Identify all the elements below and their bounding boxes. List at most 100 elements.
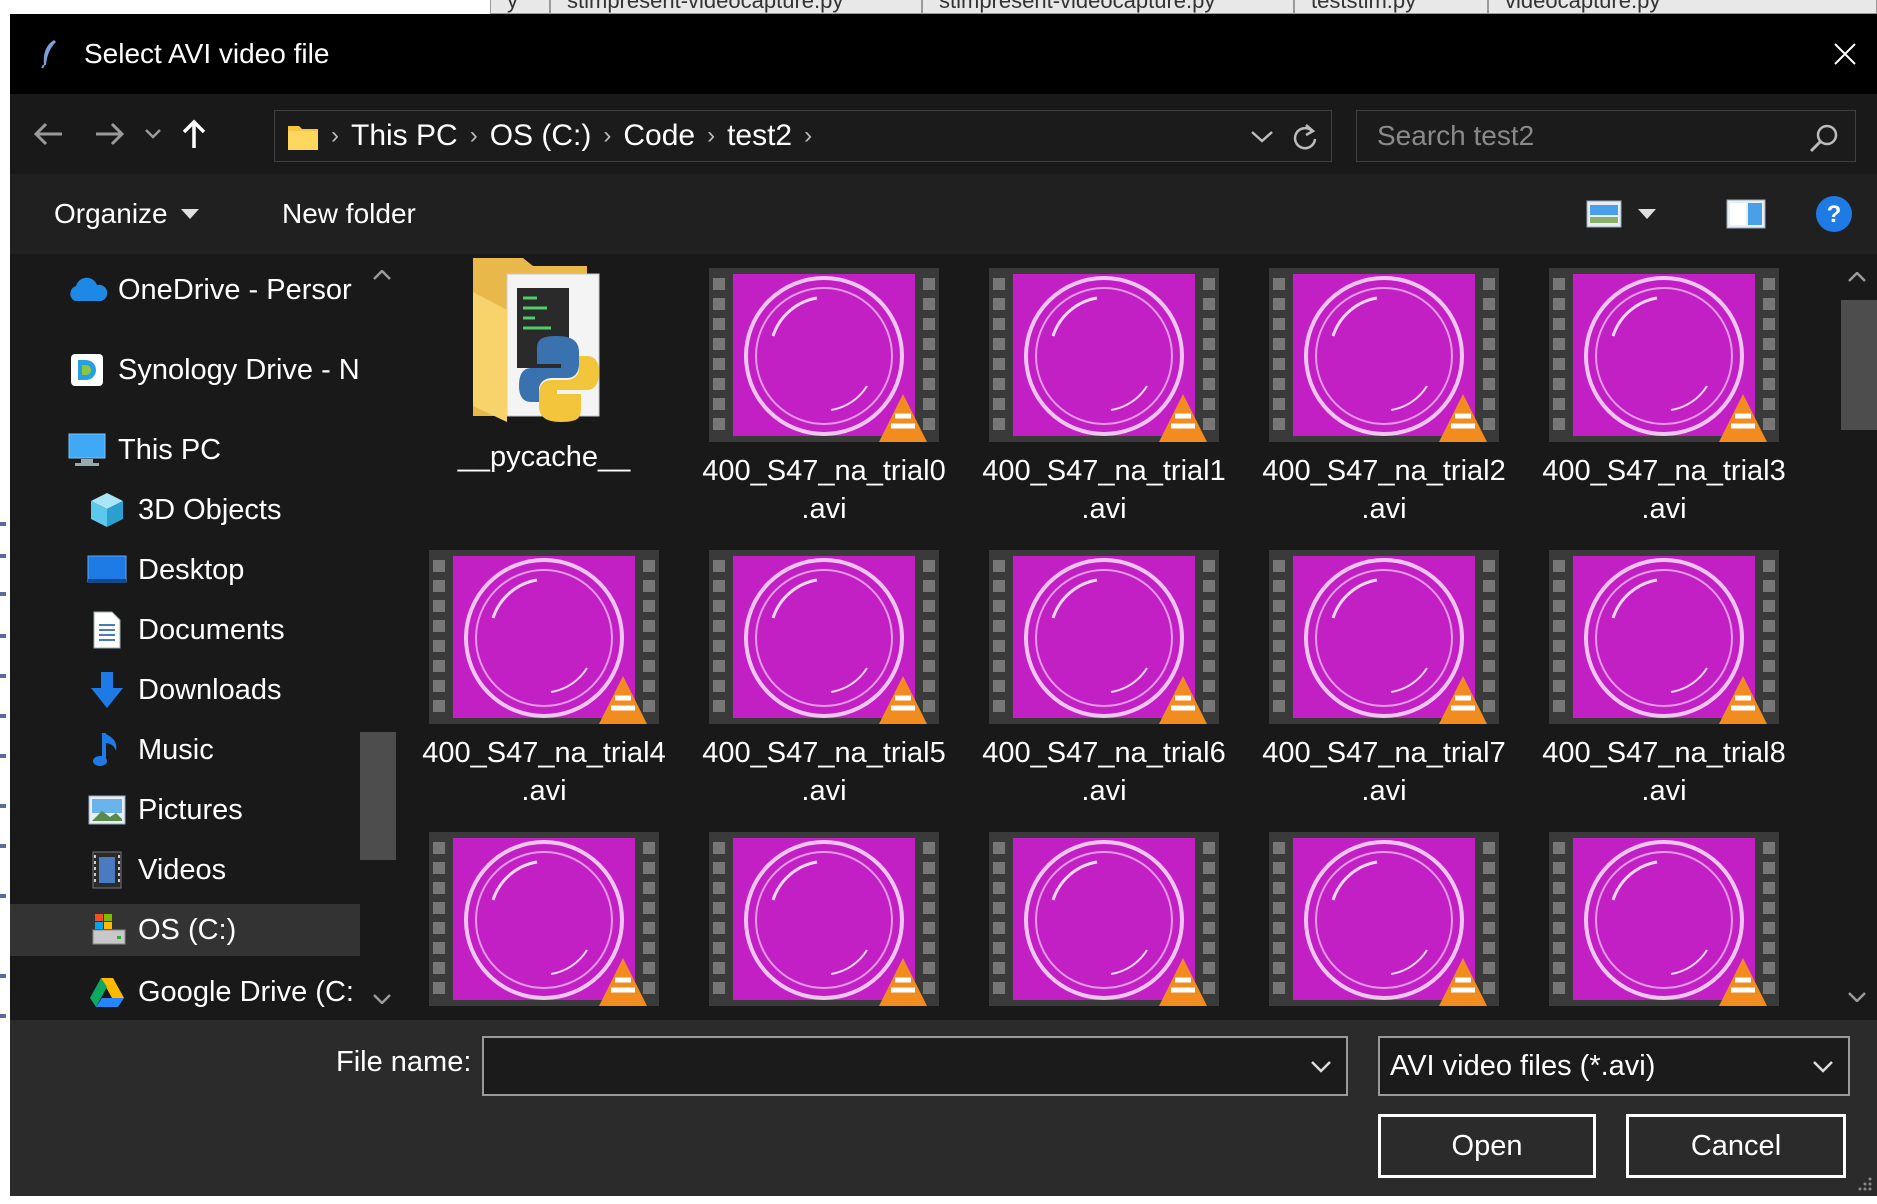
breadcrumb-this-pc[interactable]: This PC	[351, 119, 458, 153]
organize-button[interactable]: Organize	[54, 194, 200, 234]
close-button[interactable]	[1821, 30, 1869, 78]
chevron-down-icon	[1813, 1061, 1833, 1073]
search-input[interactable]	[1357, 120, 1777, 152]
view-thumbnails-icon	[1586, 200, 1622, 228]
sidebar-item-onedrive[interactable]: OneDrive - Persor	[10, 264, 360, 316]
sidebar-item-label: Downloads	[138, 673, 282, 706]
file-item[interactable]	[684, 830, 964, 1020]
sidebar-item-label: Google Drive (C:	[138, 975, 354, 1008]
scroll-down-button[interactable]	[1839, 982, 1875, 1012]
new-folder-button[interactable]: New folder	[282, 194, 416, 234]
up-button[interactable]	[174, 114, 214, 154]
file-item[interactable]: 400_S47_na_trial4 .avi	[404, 548, 684, 828]
file-item[interactable]: 400_S47_na_trial5 .avi	[684, 548, 964, 828]
preview-pane-icon	[1726, 199, 1766, 229]
scroll-up-button[interactable]	[364, 260, 400, 290]
sidebar-item-3d-objects[interactable]: 3D Objects	[10, 484, 360, 536]
chevron-down-icon	[145, 129, 161, 139]
document-icon	[86, 610, 128, 650]
open-button[interactable]: Open	[1378, 1114, 1596, 1178]
sidebar-item-this-pc[interactable]: This PC	[10, 424, 360, 476]
synology-drive-icon	[66, 350, 108, 390]
file-type-dropdown[interactable]	[1808, 1052, 1838, 1082]
file-name-label: 400_S47_na_trial2 .avi	[1244, 452, 1524, 528]
file-item[interactable]: 400_S47_na_trial2 .avi	[1244, 266, 1524, 546]
help-button[interactable]: ?	[1812, 194, 1856, 234]
file-name-dropdown[interactable]	[1306, 1052, 1336, 1082]
file-item[interactable]: 400_S47_na_trial0 .avi	[684, 266, 964, 546]
address-history-dropdown[interactable]	[1245, 121, 1279, 153]
file-name-text: 400_S47_na_trial2	[1262, 455, 1506, 487]
file-item[interactable]: 400_S47_na_trial8 .avi	[1524, 548, 1804, 828]
sidebar-item-synology-drive[interactable]: Synology Drive - N	[10, 344, 360, 396]
vlc-video-thumbnail	[987, 548, 1221, 726]
file-type-filter[interactable]: AVI video files (*.avi)	[1378, 1036, 1850, 1096]
sidebar-scrollbar[interactable]	[360, 254, 400, 1020]
file-item[interactable]: 400_S47_na_trial7 .avi	[1244, 548, 1524, 828]
download-arrow-icon	[86, 670, 128, 710]
sidebar-item-os-c[interactable]: OS (C:)	[10, 904, 360, 956]
change-view-button[interactable]	[1582, 194, 1626, 234]
file-item[interactable]: 400_S47_na_trial6 .avi	[964, 548, 1244, 828]
file-name-text: 400_S47_na_trial5	[702, 737, 946, 769]
scroll-up-button[interactable]	[1839, 262, 1875, 292]
file-item[interactable]: 400_S47_na_trial3 .avi	[1524, 266, 1804, 546]
breadcrumb-separator[interactable]: ›	[707, 122, 715, 150]
sidebar-item-google-drive[interactable]: Google Drive (C:	[10, 966, 360, 1018]
google-drive-icon	[86, 972, 128, 1012]
breadcrumb-separator[interactable]: ›	[470, 122, 478, 150]
folder-item[interactable]: __pycache__	[404, 254, 684, 532]
file-item[interactable]: 400_S47_na_trial1 .avi	[964, 266, 1244, 546]
breadcrumb-test2[interactable]: test2	[727, 119, 792, 153]
breadcrumb-separator[interactable]: ›	[804, 122, 812, 150]
sidebar-item-desktop[interactable]: Desktop	[10, 544, 360, 596]
file-item[interactable]	[1524, 830, 1804, 1020]
file-name-text: __pycache__	[457, 441, 631, 473]
sidebar-item-downloads[interactable]: Downloads	[10, 664, 360, 716]
recent-locations-button[interactable]	[138, 114, 168, 154]
sidebar-item-documents[interactable]: Documents	[10, 604, 360, 656]
feather-icon	[36, 39, 62, 69]
arrow-up-icon	[182, 119, 206, 148]
file-item[interactable]	[964, 830, 1244, 1020]
preview-pane-button[interactable]	[1724, 194, 1768, 234]
search-icon	[1809, 124, 1838, 153]
file-name-label: 400_S47_na_trial0 .avi	[684, 452, 964, 528]
vlc-video-thumbnail	[987, 266, 1221, 444]
vlc-video-thumbnail	[1547, 548, 1781, 726]
vlc-video-thumbnail	[1547, 830, 1781, 1008]
sidebar-item-music[interactable]: Music	[10, 724, 360, 776]
background-tab: y	[490, 0, 550, 14]
background-tab: videocapture.py	[1488, 0, 1877, 14]
more-views-button[interactable]	[1632, 194, 1662, 234]
breadcrumb-code[interactable]: Code	[623, 119, 695, 153]
cancel-button[interactable]: Cancel	[1626, 1114, 1846, 1178]
sidebar-item-label: Synology Drive - N	[118, 353, 360, 386]
file-name-input[interactable]	[484, 1038, 1284, 1094]
files-scroll-thumb[interactable]	[1841, 300, 1877, 430]
breadcrumb-separator[interactable]: ›	[603, 122, 611, 150]
resize-grip-icon[interactable]	[1855, 1174, 1873, 1192]
sidebar-item-videos[interactable]: Videos	[10, 844, 360, 896]
onedrive-cloud-icon	[66, 270, 108, 310]
vlc-video-thumbnail	[707, 830, 941, 1008]
file-item[interactable]	[404, 830, 684, 1020]
vlc-video-thumbnail	[987, 830, 1221, 1008]
file-name-combobox[interactable]	[482, 1036, 1348, 1096]
file-item[interactable]	[1244, 830, 1524, 1020]
file-name-text: 400_S47_na_trial4	[422, 737, 666, 769]
back-button[interactable]	[28, 114, 68, 154]
sidebar-item-pictures[interactable]: Pictures	[10, 784, 360, 836]
scroll-down-button[interactable]	[364, 984, 400, 1014]
search-box[interactable]	[1356, 110, 1856, 162]
forward-button[interactable]	[90, 114, 130, 154]
title-bar: Select AVI video file	[10, 14, 1877, 94]
file-name-label: 400_S47_na_trial3 .avi	[1524, 452, 1804, 528]
refresh-button[interactable]	[1287, 121, 1323, 153]
file-name-text: 400_S47_na_trial8	[1542, 737, 1786, 769]
command-bar: Organize New folder ?	[10, 174, 1877, 254]
address-bar[interactable]: › This PC › OS (C:) › Code › test2 ›	[274, 110, 1332, 162]
breadcrumb-os-c[interactable]: OS (C:)	[490, 119, 592, 153]
svg-text:?: ?	[1827, 201, 1842, 228]
sidebar-scroll-thumb[interactable]	[360, 732, 396, 860]
